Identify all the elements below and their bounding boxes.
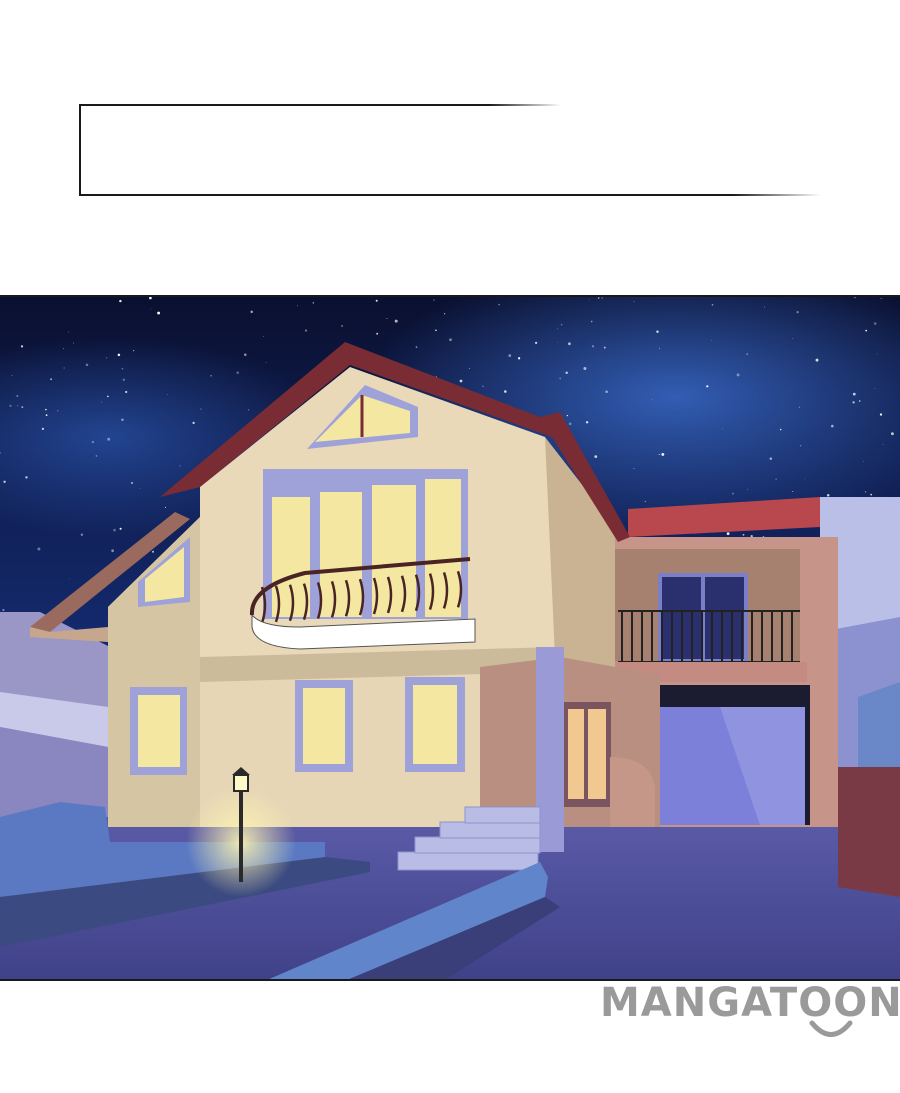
caption-box-top-border: [81, 104, 561, 106]
watermark-text: MANGATOON: [600, 980, 900, 1026]
caption-box: [79, 104, 821, 196]
watermark: MANGATOON: [600, 980, 900, 1040]
smile-logo-icon: [809, 1020, 853, 1037]
night-house-illustration: [0, 297, 900, 979]
caption-box-bottom-border: [81, 194, 821, 196]
comic-panel: [0, 295, 900, 981]
